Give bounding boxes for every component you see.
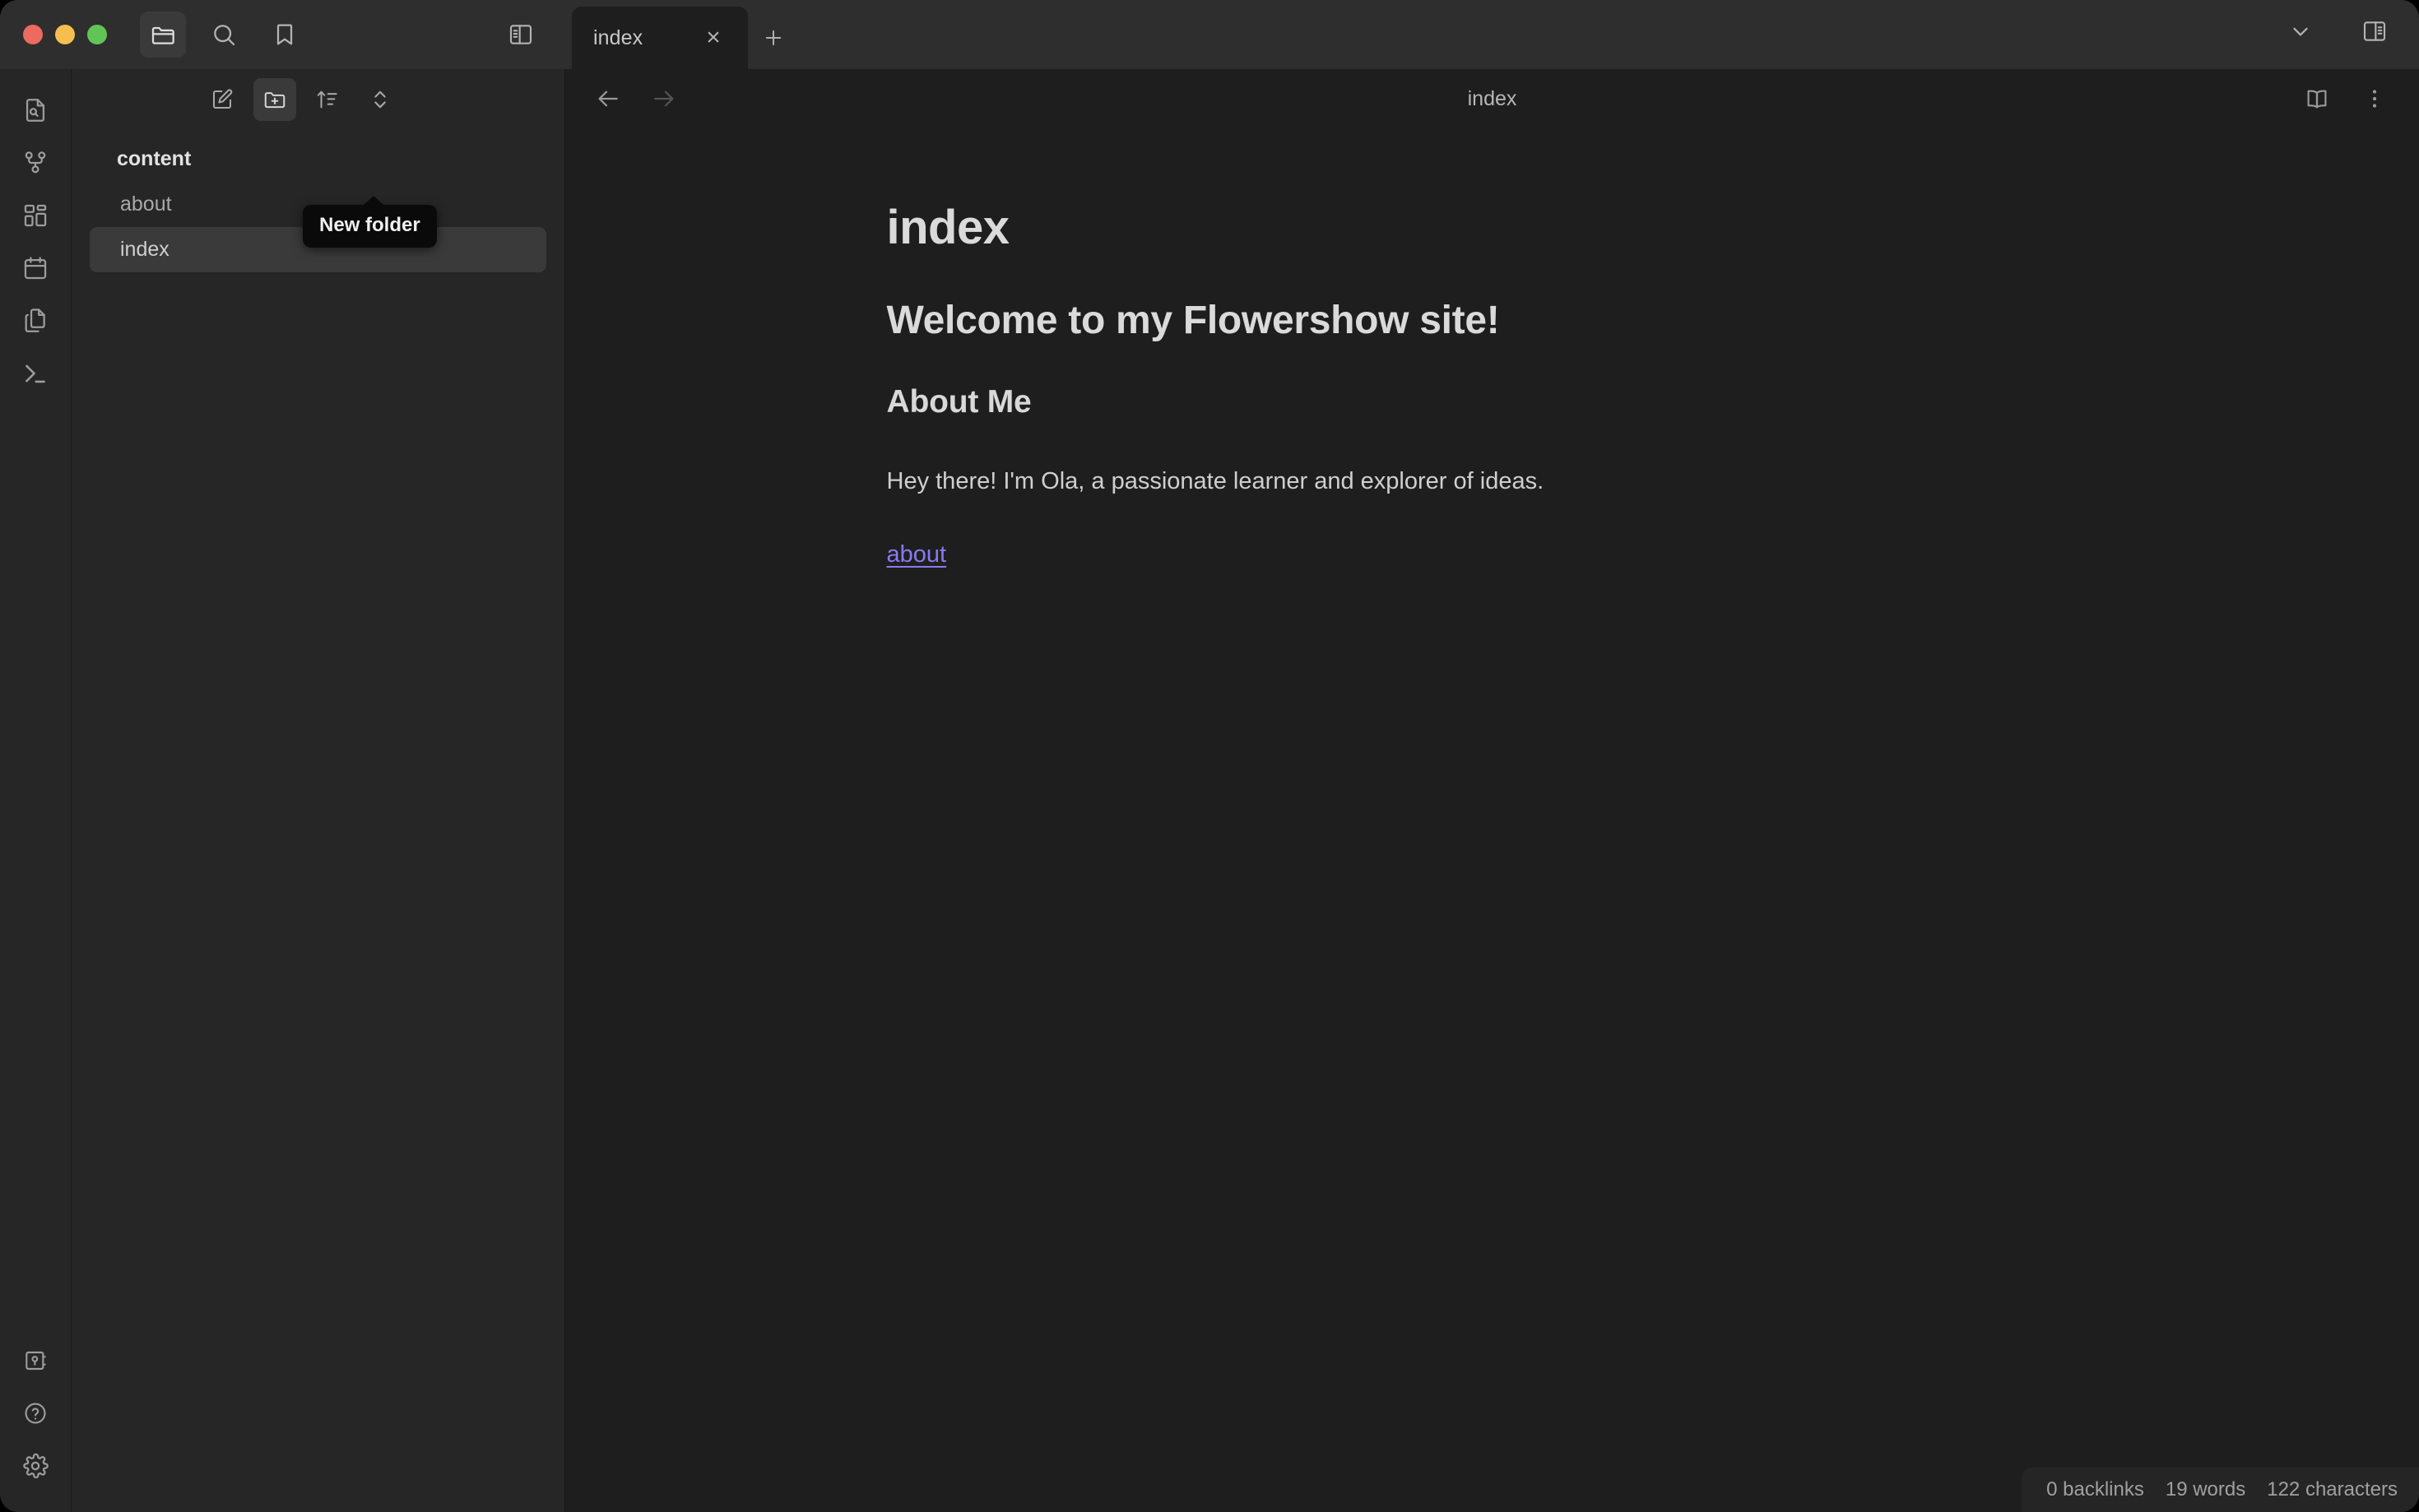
help-icon[interactable] [9,1387,62,1440]
tab-strip: index × [565,0,2419,69]
paragraph-intro: Hey there! I'm Ola, a passionate learner… [886,468,1544,495]
settings-gear-icon[interactable] [9,1440,62,1492]
file-tree: content about index [72,130,564,272]
file-explorer-toolbar [72,69,564,130]
tab-index[interactable]: index × [572,7,748,69]
book-open-icon[interactable] [2297,79,2337,118]
document-scroll-area[interactable]: index Welcome to my Flowershow site! Abo… [565,128,2419,1512]
titlebar-nav-icons [140,12,308,58]
app-body: New folder content about index index ind… [0,69,2419,1512]
document: index Welcome to my Flowershow site! Abo… [793,128,2192,601]
new-tab-button[interactable] [748,7,799,69]
status-characters[interactable]: 122 characters [2267,1478,2398,1501]
ribbon-bottom-actions [9,1334,62,1492]
search-icon[interactable] [201,12,247,58]
toggle-right-sidebar-icon[interactable] [2352,8,2398,54]
titlebar-left-section [0,0,565,69]
view-header-nav [588,79,684,118]
window-traffic-lights [23,25,107,44]
toggle-left-sidebar-icon[interactable] [498,12,544,58]
ribbon-top-actions [9,84,62,400]
chevron-down-icon[interactable] [2277,8,2324,54]
tab-strip-right-controls [2277,8,2419,69]
collapse-expand-icon[interactable] [359,78,402,121]
tree-item-label: about [120,192,172,216]
close-icon[interactable]: × [697,21,730,54]
view-header-title: index [1467,86,1517,110]
back-arrow-icon[interactable] [588,79,628,118]
forward-arrow-icon[interactable] [644,79,684,118]
more-options-icon[interactable] [2355,79,2394,118]
new-folder-icon[interactable] [253,78,296,121]
status-backlinks[interactable]: 0 backlinks [2046,1478,2144,1501]
folder-open-icon[interactable] [140,12,186,58]
sort-order-icon[interactable] [306,78,349,121]
tree-item-label: content [117,147,192,170]
new-note-icon[interactable] [201,78,244,121]
file-explorer: New folder content about index [72,69,565,1512]
status-bar: 0 backlinks 19 words 122 characters [2022,1468,2419,1512]
main-editor-pane: index index Welcome to my Flowershow sit… [565,69,2419,1512]
file-search-icon[interactable] [9,84,62,137]
view-header: index [565,69,2419,128]
heading-about-me: About Me [886,384,1032,420]
document-title: index [886,201,1010,254]
graph-view-icon[interactable] [9,137,62,189]
left-ribbon [0,69,72,1512]
copy-files-icon[interactable] [9,295,62,347]
tree-item-label: index [120,238,169,261]
tab-title: index [593,26,643,49]
bookmark-icon[interactable] [262,12,308,58]
window-close-button[interactable] [23,25,43,44]
tooltip-new-folder: New folder [303,196,437,248]
tree-item-content[interactable]: content [90,137,546,182]
canvas-grid-icon[interactable] [9,189,62,242]
view-header-actions [2297,79,2394,118]
status-words[interactable]: 19 words [2166,1478,2245,1501]
vault-switcher-icon[interactable] [9,1334,62,1387]
internal-link-about[interactable]: about [887,541,947,568]
titlebar: index × [0,0,2419,69]
heading-welcome: Welcome to my Flowershow site! [886,298,1500,342]
window-minimize-button[interactable] [55,25,75,44]
terminal-icon[interactable] [9,347,62,400]
calendar-icon[interactable] [9,242,62,295]
app-window: index × New folder content about index i… [0,0,2419,1512]
window-maximize-button[interactable] [87,25,107,44]
